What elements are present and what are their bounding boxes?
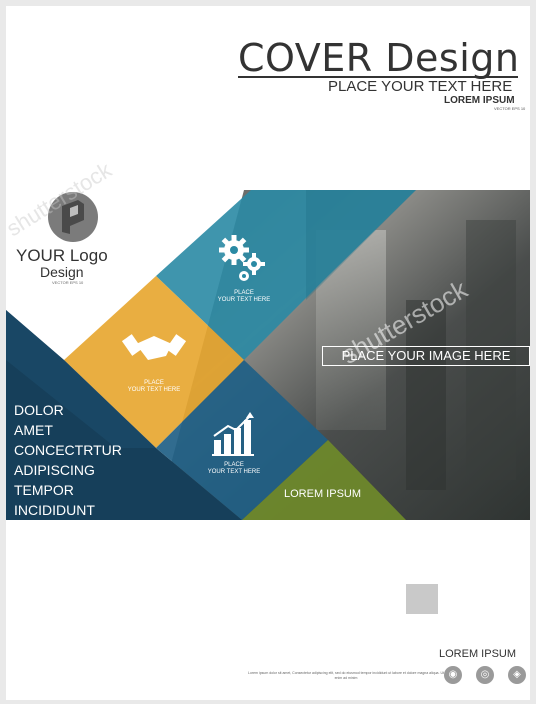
list-item: AMET — [14, 422, 53, 438]
watermark-icon — [406, 584, 438, 614]
list-item: CONCECTRTUR — [14, 442, 122, 458]
social-icon-2[interactable]: ◎ — [476, 666, 494, 684]
diamond-label-chart: PLACE YOUR TEXT HERE — [207, 462, 261, 475]
cover-subtitle-lorem: LOREM IPSUM — [444, 95, 515, 106]
list-item: DOLOR — [14, 402, 64, 418]
vector-eps-note: VECTOR EPS 10 — [494, 106, 526, 111]
cover-title: COVER Design — [238, 36, 520, 80]
social-icon-1[interactable]: ◉ — [444, 666, 462, 684]
diamond-label-handshake: PLACE YOUR TEXT HERE — [127, 380, 181, 393]
footer-lorem: LOREM IPSUM — [439, 648, 517, 660]
list-item: TEMPOR — [14, 482, 74, 498]
list-item: ADIPISCING — [14, 462, 95, 478]
feature-list: DOLOR AMET CONCECTRTUR ADIPISCING TEMPOR… — [14, 400, 122, 520]
list-item: INCIDIDUNT — [14, 502, 95, 518]
banner-lorem: LOREM IPSUM — [284, 488, 362, 500]
cover-page: COVER Design PLACE YOUR TEXT HERE LOREM … — [6, 6, 530, 700]
cover-subtitle: PLACE YOUR TEXT HERE — [328, 78, 513, 95]
diamond-label-gears: PLACE YOUR TEXT HERE — [217, 290, 271, 303]
footer-small-text: Lorem ipsum dolor sit amet, Consectetur … — [248, 671, 444, 680]
social-icon-3[interactable]: ◈ — [508, 666, 526, 684]
